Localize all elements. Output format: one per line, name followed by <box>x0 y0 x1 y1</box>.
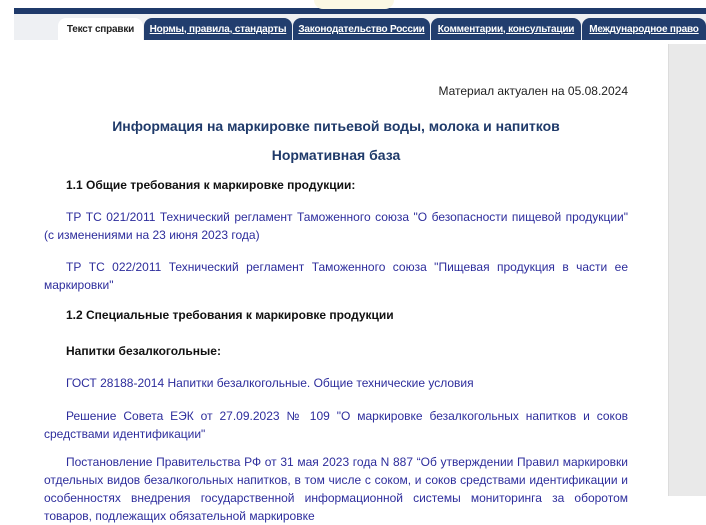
doc-link[interactable]: ТР ТС 021/2011 Технический регламент Там… <box>44 208 628 244</box>
subsection-heading: Напитки безалкогольные: <box>66 344 221 358</box>
document-subtitle: Нормативная база <box>271 147 401 163</box>
section-heading: 1.1 Общие требования к маркировке продук… <box>66 178 356 192</box>
tab-bar: Текст справки Нормы, правила, стандарты … <box>14 14 706 40</box>
actual-date: Материал актуален на 05.08.2024 <box>438 84 628 98</box>
doc-link[interactable]: ГОСТ 28188-2014 Напитки безалкогольные. … <box>44 374 628 392</box>
tab-norms[interactable]: Нормы, правила, стандарты <box>144 18 292 40</box>
top-bar-accent <box>314 0 394 9</box>
scrollbar[interactable] <box>668 44 706 496</box>
doc-link[interactable]: Постановление Правительства РФ от 31 мая… <box>44 453 628 525</box>
section-heading: 1.2 Специальные требования к маркировке … <box>66 308 394 322</box>
tab-international[interactable]: Международное право <box>582 18 706 40</box>
doc-link[interactable]: Решение Совета ЕЭК от 27.09.2023 № 109 "… <box>44 407 628 443</box>
document-title: Информация на маркировке питьевой воды, … <box>112 118 560 134</box>
doc-link[interactable]: ТР ТС 022/2011 Технический регламент Там… <box>44 258 628 294</box>
tab-comments[interactable]: Комментарии, консультации <box>431 18 581 40</box>
tab-help-text[interactable]: Текст справки <box>58 18 143 40</box>
tab-legislation[interactable]: Законодательство России <box>293 18 430 40</box>
